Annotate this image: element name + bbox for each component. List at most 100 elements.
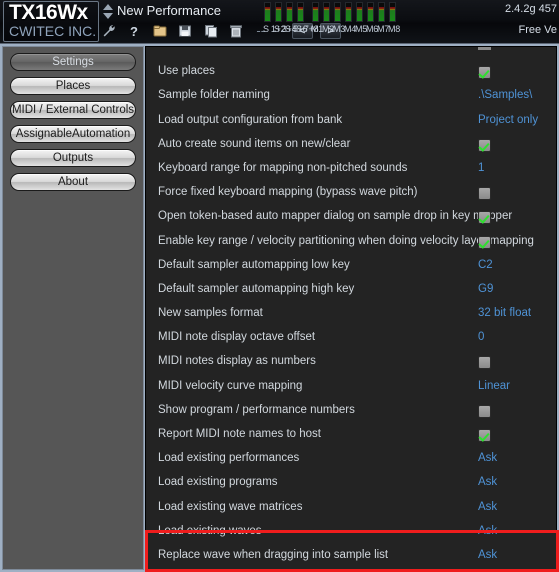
meter-bar [334, 2, 341, 22]
setting-label: Open token-based auto mapper dialog on s… [158, 210, 513, 223]
meter-label: M6 [366, 24, 378, 34]
setting-value[interactable]: 0 [478, 331, 484, 343]
folder-open-icon[interactable] [151, 23, 170, 40]
settings-row[interactable]: New samples format 32 bit float [146, 303, 556, 327]
setting-value[interactable]: 32 bit float [478, 307, 531, 319]
settings-row[interactable]: Open token-based auto mapper dialog on s… [146, 206, 556, 230]
meter-label: M5 [355, 24, 367, 34]
setting-value[interactable]: Linear [478, 380, 510, 392]
free-version-label: Free Ve [518, 24, 557, 36]
copy-icon[interactable] [202, 23, 221, 40]
setting-checkbox[interactable] [478, 404, 491, 418]
logo-title: TX16Wx [9, 1, 88, 24]
settings-row[interactable]: Use places [146, 61, 556, 85]
save-disk-icon[interactable] [176, 23, 195, 40]
sidebar-item-about[interactable]: About [10, 173, 136, 191]
setting-label: Load existing performances [158, 452, 300, 465]
settings-row[interactable]: Auto create sound items on new/clear [146, 134, 556, 158]
setting-checkbox[interactable] [478, 356, 491, 370]
setting-checkbox[interactable] [478, 429, 491, 442]
settings-row[interactable]: Load existing performances Ask [146, 448, 556, 472]
sidebar-item-outputs[interactable]: Outputs [10, 149, 136, 167]
meter-fill [390, 6, 395, 21]
settings-row[interactable]: Default sampler automapping low key C2 [146, 255, 556, 279]
svg-text:?: ? [130, 24, 138, 38]
setting-checkbox[interactable] [478, 211, 491, 225]
settings-row[interactable]: Load existing programs Ask [146, 472, 556, 496]
meter-label: M8 [388, 24, 400, 34]
setting-value[interactable]: G9 [478, 283, 493, 295]
meter-channel: S 7+8 [296, 2, 319, 36]
sidebar-item-assignableautomation[interactable]: AssignableAutomation [10, 125, 136, 143]
performance-name[interactable]: New Performance [117, 3, 221, 18]
tx16wx-settings-window: TX16Wx CWITEC INC. New Performance ? -- … [0, 0, 559, 572]
setting-checkbox[interactable] [478, 187, 491, 201]
setting-value[interactable]: Ask [478, 476, 497, 488]
settings-row[interactable] [146, 47, 556, 61]
help-icon[interactable]: ? [125, 23, 144, 40]
setting-label: Sample folder naming [158, 89, 270, 102]
settings-row[interactable]: Enable key range / velocity partitioning… [146, 231, 556, 255]
meter-bar [297, 2, 304, 22]
spinner-up-icon[interactable] [103, 4, 113, 10]
trash-icon[interactable] [227, 23, 246, 40]
settings-list[interactable]: Use places Sample folder naming .\Samples\… [145, 46, 557, 570]
setting-label: Force fixed keyboard mapping (bypass wav… [158, 186, 418, 199]
setting-label: Report MIDI note names to host [158, 428, 321, 440]
setting-label: Default sampler automapping low key [158, 258, 350, 271]
setting-label: Load output configuration from bank [158, 113, 343, 126]
performance-spinner[interactable] [103, 4, 113, 19]
setting-value[interactable]: Ask [478, 501, 497, 513]
sidebar-item-places[interactable]: Places [10, 77, 136, 95]
settings-row[interactable]: Force fixed keyboard mapping (bypass wav… [146, 182, 556, 206]
settings-row[interactable]: MIDI notes display as numbers [146, 351, 556, 375]
meter-channel: M4 [344, 2, 356, 36]
settings-row[interactable]: Keyboard range for mapping non-pitched s… [146, 158, 556, 182]
setting-checkbox[interactable] [478, 138, 491, 152]
settings-row[interactable]: Report MIDI note names to host [146, 424, 556, 448]
settings-row[interactable]: Default sampler automapping high key G9 [146, 279, 556, 303]
setting-value[interactable]: Project only [478, 114, 538, 126]
meter-channel: S 5+6 [285, 2, 308, 36]
sidebar-item-midi-external-controls[interactable]: MIDI / External Controls [10, 101, 136, 119]
setting-value[interactable]: Ask [478, 549, 497, 561]
settings-row[interactable]: Load output configuration from bank Proje… [146, 110, 556, 134]
wrench-icon[interactable] [100, 23, 119, 40]
setting-checkbox[interactable] [478, 235, 491, 249]
setting-label: Show program / performance numbers [158, 403, 355, 416]
meter-channel: M6 [366, 2, 378, 36]
spinner-down-icon[interactable] [103, 13, 113, 19]
settings-row[interactable]: Copy loops when replacing waveAsk [146, 569, 556, 570]
setting-checkbox[interactable] [478, 66, 491, 80]
output-meters: S 1+2 S 3+4 S 5+6 S 7+8 M1 M2 M3 M4 M5 M6 M7 M8 [263, 2, 400, 36]
meter-bar [389, 2, 396, 22]
setting-label: MIDI note display octave offset [158, 331, 316, 344]
meter-label: M1 [311, 24, 323, 34]
settings-row[interactable]: MIDI velocity curve mapping Linear [146, 376, 556, 400]
setting-value[interactable]: C2 [478, 259, 493, 271]
settings-row[interactable]: Replace wave when dragging into sample l… [146, 545, 556, 569]
meter-bar [286, 2, 293, 22]
settings-row[interactable]: Show program / performance numbers [146, 400, 556, 424]
setting-label: Default sampler automapping high key [158, 282, 355, 295]
meter-label: M4 [344, 24, 356, 34]
setting-value[interactable]: Ask [478, 525, 497, 537]
setting-value[interactable]: Ask [478, 452, 497, 464]
sidebar-item-settings[interactable]: Settings [10, 53, 136, 71]
meter-fill [298, 6, 303, 21]
meter-fill [379, 6, 384, 21]
meter-label: M7 [377, 24, 389, 34]
setting-label: Keyboard range for mapping non-pitched s… [158, 161, 408, 174]
settings-row[interactable]: Load existing wave matrices Ask [146, 497, 556, 521]
meter-bar [312, 2, 319, 22]
settings-row[interactable]: Sample folder naming .\Samples\ [146, 85, 556, 109]
meter-label: S 7+8 [296, 24, 319, 34]
setting-label: Load existing waves [158, 524, 262, 537]
setting-value[interactable]: 1 [478, 162, 484, 174]
settings-row[interactable]: MIDI note display octave offset 0 [146, 327, 556, 351]
setting-label: Auto create sound items on new/clear [158, 137, 351, 150]
setting-value[interactable]: .\Samples\ [478, 89, 532, 101]
setting-label: Replace wave when dragging into sample l… [158, 548, 389, 561]
meter-channel: M5 [355, 2, 367, 36]
settings-row[interactable]: Load existing waves Ask [146, 521, 556, 545]
